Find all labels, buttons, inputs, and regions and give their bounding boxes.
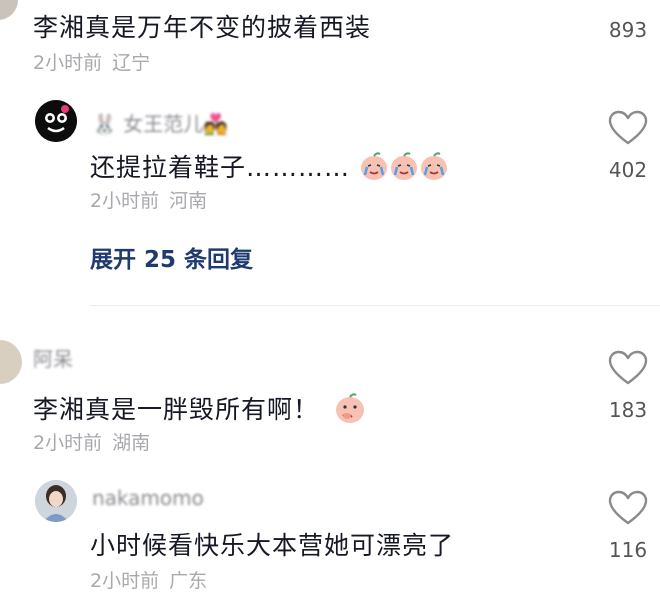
reply-username[interactable]: 🐰 女王范儿💑 (92, 108, 228, 137)
reply-region: 河南 (169, 190, 208, 212)
like-button[interactable] (608, 110, 648, 150)
comment-region: 湖南 (112, 432, 151, 454)
reply-region: 广东 (169, 570, 208, 592)
like-count: 116 (608, 538, 648, 562)
comment-time: 2小时前 (33, 52, 103, 74)
comment-text: 李湘真是一胖毁所有啊！ (33, 390, 366, 430)
reply-time: 2小时前 (90, 190, 160, 212)
comment-text: 李湘真是万年不变的披着西装 (33, 13, 372, 42)
crying-peach-emoji (359, 151, 389, 187)
reply-meta: 2小时前 河南 (90, 186, 207, 213)
reply-username[interactable]: nakamomo (92, 486, 204, 510)
divider (90, 305, 660, 306)
reply-meta: 2小时前 广东 (90, 566, 207, 593)
comment-time: 2小时前 (33, 432, 103, 454)
crying-peach-emoji (419, 151, 449, 187)
heart-outline-icon (608, 110, 648, 145)
reply-text-content: 还提拉着鞋子………… (90, 153, 351, 182)
heart-outline-icon (608, 350, 648, 385)
avatar-image (35, 100, 77, 142)
avatar[interactable] (0, 0, 18, 20)
comment-username[interactable]: 阿呆 (33, 343, 73, 372)
comment-meta: 2小时前 辽宁 (33, 48, 150, 75)
like-count: 402 (608, 158, 648, 182)
thinking-peach-emoji (334, 392, 366, 430)
avatar-image (35, 480, 77, 522)
reply-text: 小时候看快乐大本营她可漂亮了 (90, 531, 455, 560)
like-button[interactable] (608, 490, 648, 530)
heart-outline-icon (608, 490, 648, 525)
comment-meta: 2小时前 湖南 (33, 428, 150, 455)
comment-text-content: 李湘真是一胖毁所有啊！ (33, 395, 320, 424)
avatar[interactable] (0, 340, 22, 384)
reply-avatar[interactable] (35, 480, 77, 522)
like-count: 183 (608, 398, 648, 422)
reply-avatar[interactable] (35, 100, 77, 142)
reply-text: 还提拉着鞋子………… (90, 148, 449, 187)
like-count: 893 (608, 18, 648, 42)
crying-peach-emoji (389, 151, 419, 187)
comment-region: 辽宁 (112, 52, 151, 74)
reply-time: 2小时前 (90, 570, 160, 592)
expand-replies-button[interactable]: 展开 25 条回复 (90, 240, 253, 274)
like-button[interactable] (608, 350, 648, 390)
